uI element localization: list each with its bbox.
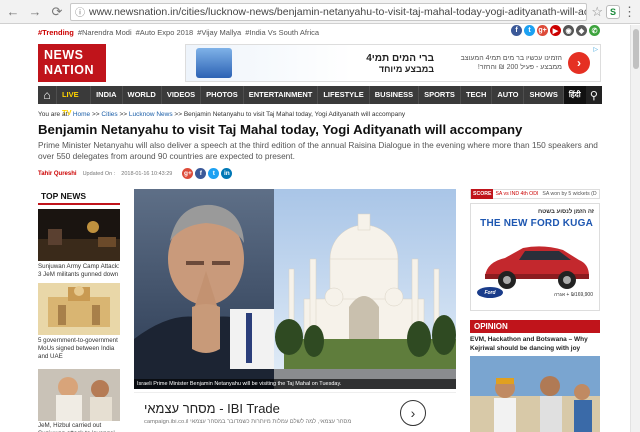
ford-ad-tagline: זה הזמן לנסוע בשטח: [537, 209, 594, 215]
author-name[interactable]: Tahir Qureshi: [38, 171, 77, 177]
youtube-icon[interactable]: ▶: [550, 25, 561, 36]
ford-kuga-ad[interactable]: זה הזמן לנסוע בשטח THE NEW FORD KUGA For…: [470, 203, 600, 311]
breadcrumb-home[interactable]: Home: [73, 111, 90, 118]
opinion-title[interactable]: EVM, Hackathon and Botswana – Why Kejriw…: [470, 336, 600, 353]
scrollbar-thumb[interactable]: [633, 29, 639, 69]
ibi-ad-arrow-icon[interactable]: ›: [400, 400, 426, 426]
opinion-image[interactable]: [470, 356, 600, 432]
breadcrumb-cities[interactable]: Cities: [101, 111, 117, 118]
score-result: SA won by 5 wickets (D: [542, 191, 597, 197]
nav-item[interactable]: VIDEOS: [160, 86, 200, 104]
ad-headline: ברי המים תמי4 במבצע מיוחד: [232, 53, 438, 74]
nav-item[interactable]: LIVE TV: [55, 86, 90, 117]
score-match: SA vs IND 4th ODI: [495, 191, 539, 197]
reload-icon[interactable]: ⟳: [48, 3, 66, 21]
ibi-trade-ad[interactable]: מסחר עצמאי - IBI Trade campaign.ibi.co.i…: [134, 392, 456, 432]
breadcrumb-sep: >>: [119, 111, 128, 118]
ibi-ad-subtitle: campaign.ibi.co.il מסחר עצמאי, למה לשלם …: [144, 419, 352, 425]
facebook-icon[interactable]: f: [511, 25, 522, 36]
share-buttons: g+ f t in: [182, 168, 233, 179]
water-dispenser-image: [196, 48, 232, 78]
logo-line2: NATION: [44, 63, 94, 77]
back-icon[interactable]: ←: [4, 3, 22, 21]
breadcrumb: You are at: Home >> Cities >> Lucknow Ne…: [38, 111, 602, 118]
nav-item[interactable]: AUTO: [491, 86, 523, 104]
search-icon[interactable]: ⚲: [585, 86, 602, 104]
breadcrumb-sep: >>: [174, 111, 182, 118]
updated-time: 2018-01-16 10:43:29: [121, 170, 173, 177]
nav-item[interactable]: ENTERTAINMENT: [242, 86, 318, 104]
extension-icon[interactable]: S: [606, 4, 620, 19]
share-facebook-icon[interactable]: f: [195, 168, 207, 179]
home-icon[interactable]: ⌂: [38, 86, 56, 104]
adchoices-icon[interactable]: ▷: [593, 46, 598, 53]
top-news-image[interactable]: [38, 369, 120, 421]
forward-icon[interactable]: →: [26, 3, 44, 21]
main-nav: ⌂ LIVE TV INDIA WORLD VIDEOS PHOTOS ENTERTAIN…: [38, 86, 602, 117]
article-byline: Tahir Qureshi Updated On : 2018-01-16 10…: [38, 168, 233, 179]
nav-item[interactable]: TECH: [459, 86, 491, 104]
ford-ad-title: THE NEW FORD KUGA: [480, 218, 593, 229]
nav-item[interactable]: SPORTS: [418, 86, 460, 104]
google-plus-icon[interactable]: g+: [537, 25, 548, 36]
twitter-icon[interactable]: t: [524, 25, 535, 36]
top-banner-ad[interactable]: ברי המים תמי4 במבצע מיוחד הזמינו עכשיו ב…: [185, 44, 601, 82]
score-tag: SCORE: [471, 189, 494, 199]
ford-ad-price: ₪169,900 + אגרה: [554, 292, 593, 298]
hero-caption: Israeli Prime Minister Benjamin Netanyah…: [134, 379, 456, 389]
score-ticker[interactable]: SCORE SA vs IND 4th ODI SA won by 5 wick…: [470, 189, 600, 199]
ford-car-image: [485, 246, 589, 289]
top-news-title[interactable]: JeM, Hizbul carried out Sunjuwan attack …: [38, 422, 122, 432]
instagram-icon[interactable]: ◉: [563, 25, 574, 36]
trending-link[interactable]: #Vijay Mallya: [197, 28, 241, 37]
top-news-heading: TOP NEWS: [38, 189, 120, 205]
trending-bar: #Trending #Narendra Modi #Auto Expo 2018…: [0, 25, 640, 40]
nav-item[interactable]: BUSINESS: [368, 86, 418, 104]
trending-label: #Trending: [38, 28, 74, 37]
opinion-heading: OPINION: [470, 320, 600, 333]
url-text: www.newsnation.in/cities/lucknow-news/be…: [89, 5, 588, 18]
trending-link[interactable]: #Narendra Modi: [78, 28, 132, 37]
app-icon[interactable]: ◆: [576, 25, 587, 36]
ford-logo: Ford: [477, 287, 503, 298]
nav-item[interactable]: हिंदी: [562, 86, 586, 104]
ad-headline-line1: ברי המים תמי4: [366, 52, 434, 64]
article-headline: Benjamin Netanyahu to visit Taj Mahal to…: [38, 122, 523, 137]
phone-icon[interactable]: ✆: [589, 25, 600, 36]
ibi-ad-title: מסחר עצמאי - IBI Trade: [144, 401, 280, 416]
trending-link[interactable]: #India Vs South Africa: [245, 28, 319, 37]
logo-line1: NEWS: [44, 48, 84, 62]
browser-menu-icon[interactable]: ⋮: [623, 4, 636, 20]
browser-toolbar: ← → ⟳ ⓘ www.newsnation.in/cities/lucknow…: [0, 0, 640, 24]
article-hero-image: Israeli Prime Minister Benjamin Netanyah…: [134, 189, 456, 389]
nav-item[interactable]: INDIA: [90, 86, 121, 104]
address-bar[interactable]: ⓘ www.newsnation.in/cities/lucknow-news/…: [70, 2, 588, 21]
nav-item[interactable]: SHOWS: [523, 86, 562, 104]
trending-link[interactable]: #Auto Expo 2018: [136, 28, 194, 37]
breadcrumb-current: Benjamin Netanyahu to visit Taj Mahal to…: [183, 111, 406, 118]
top-news-title[interactable]: Sunjuwan Army Camp Attack: 3 JeM militan…: [38, 263, 122, 279]
page-scrollbar[interactable]: [630, 25, 640, 432]
breadcrumb-prefix: You are at:: [38, 111, 70, 118]
top-news-image[interactable]: [38, 283, 120, 335]
ad-description: הזמינו עכשיו בר מים תמי4 המעוצב ממבצע - …: [460, 55, 562, 71]
top-news-image[interactable]: [38, 209, 120, 261]
nav-item[interactable]: LIFESTYLE: [317, 86, 368, 104]
share-google-plus-icon[interactable]: g+: [182, 168, 194, 179]
top-news-title[interactable]: 5 government-to-government MoUs signed b…: [38, 337, 122, 361]
updated-label: Updated On :: [82, 170, 116, 177]
nav-item[interactable]: WORLD: [121, 86, 161, 104]
social-links: f t g+ ▶ ◉ ◆ ✆: [511, 25, 600, 36]
share-twitter-icon[interactable]: t: [208, 168, 220, 179]
article-summary: Prime Minister Netanyahu will also deliv…: [38, 140, 598, 161]
breadcrumb-sep: >>: [91, 111, 100, 118]
site-logo[interactable]: NEWS NATION: [38, 44, 106, 82]
ad-arrow-icon[interactable]: ›: [568, 52, 590, 74]
nav-item[interactable]: PHOTOS: [200, 86, 243, 104]
bookmark-star-icon[interactable]: ☆: [591, 4, 603, 20]
info-icon[interactable]: ⓘ: [75, 4, 85, 19]
breadcrumb-lucknow[interactable]: Lucknow News: [129, 111, 173, 118]
ad-headline-line2: במבצע מיוחד: [378, 63, 434, 74]
share-linkedin-icon[interactable]: in: [221, 168, 233, 179]
